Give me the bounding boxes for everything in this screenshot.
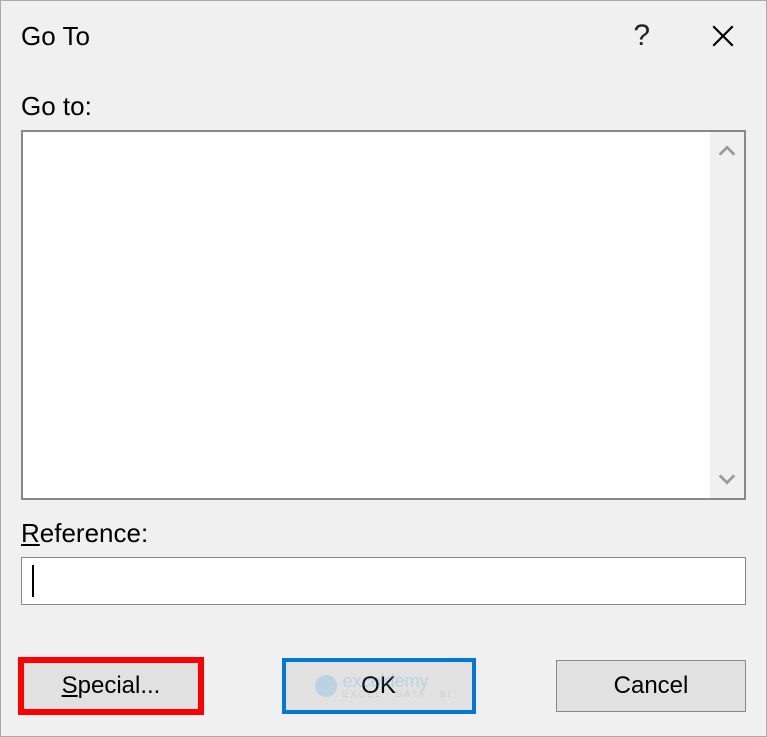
goto-listbox[interactable] [21, 130, 746, 500]
goto-label: Go to: [21, 91, 746, 122]
listbox-scrollbar[interactable] [710, 132, 744, 498]
reference-label-mnemonic: R [21, 518, 40, 548]
dialog-body: Go to: Reference: [1, 71, 766, 640]
goto-dialog: Go To ? Go to: Ref [0, 0, 767, 737]
ok-button[interactable]: OK [284, 660, 474, 712]
cancel-button[interactable]: Cancel [556, 660, 746, 712]
dialog-title: Go To [21, 21, 90, 52]
close-button[interactable] [710, 23, 736, 49]
text-cursor [32, 565, 34, 597]
special-rest: pecial... [78, 672, 161, 700]
titlebar-controls: ? [633, 19, 746, 53]
scroll-down-icon[interactable] [716, 468, 738, 490]
listbox-content[interactable] [23, 132, 710, 498]
reference-input[interactable] [21, 557, 746, 605]
scroll-up-icon[interactable] [716, 140, 738, 162]
reference-label-rest: eference: [40, 518, 148, 548]
reference-label: Reference: [21, 518, 746, 549]
help-button[interactable]: ? [633, 19, 650, 53]
special-button[interactable]: Special... [21, 660, 201, 712]
special-mnemonic: S [62, 672, 78, 700]
titlebar: Go To ? [1, 1, 766, 71]
close-icon [710, 23, 736, 49]
button-row: Special... OK Cancel [1, 640, 766, 736]
